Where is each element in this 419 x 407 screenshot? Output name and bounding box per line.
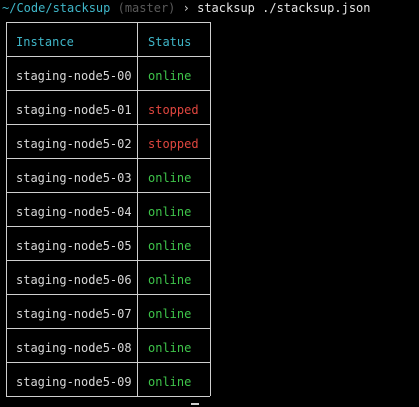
table-row-separator	[6, 226, 210, 227]
instance-name: staging-node5-02	[16, 137, 132, 151]
table-row-separator	[6, 192, 210, 193]
table-border-left	[6, 22, 7, 396]
table-row-separator	[6, 90, 210, 91]
header-status: Status	[148, 35, 192, 49]
table-row-separator	[6, 260, 210, 261]
table-row-separator	[6, 294, 210, 295]
instance-name: staging-node5-04	[16, 205, 132, 219]
table-border-top	[6, 22, 210, 23]
instance-name: staging-node5-00	[16, 69, 132, 83]
table-border-right	[210, 22, 211, 396]
instance-status-table: Instance Status staging-node5-00 online stag…	[6, 22, 211, 397]
prompt-command: stacksup ./stacksup.json	[197, 1, 371, 15]
instance-name: staging-node5-03	[16, 171, 132, 185]
instance-name: staging-node5-01	[16, 103, 132, 117]
status-badge: online	[148, 69, 192, 83]
prompt-chevron: ›	[182, 1, 190, 15]
instance-name: staging-node5-09	[16, 375, 132, 389]
status-badge: online	[148, 205, 192, 219]
status-badge: online	[148, 239, 192, 253]
instance-name: staging-node5-06	[16, 273, 132, 287]
table-header-separator	[6, 56, 210, 57]
terminal-cursor	[191, 403, 199, 405]
status-badge: online	[148, 273, 192, 287]
status-badge: stopped	[148, 103, 199, 117]
table-column-divider	[137, 22, 138, 396]
prompt-git-branch: (master)	[117, 1, 176, 15]
table-row-separator	[6, 362, 210, 363]
table-row-separator	[6, 124, 210, 125]
table-row-separator	[6, 158, 210, 159]
shell-prompt: ~/Code/stacksup (master) › stacksup ./st…	[2, 0, 371, 17]
status-badge: online	[148, 307, 192, 321]
instance-name: staging-node5-08	[16, 341, 132, 355]
table-row-separator	[6, 396, 210, 397]
status-badge: online	[148, 375, 192, 389]
prompt-path: ~/Code/stacksup	[2, 1, 111, 15]
instance-name: staging-node5-05	[16, 239, 132, 253]
instance-name: staging-node5-07	[16, 307, 132, 321]
header-instance: Instance	[16, 35, 74, 49]
status-badge: stopped	[148, 137, 199, 151]
table-row-separator	[6, 328, 210, 329]
status-badge: online	[148, 341, 192, 355]
status-badge: online	[148, 171, 192, 185]
